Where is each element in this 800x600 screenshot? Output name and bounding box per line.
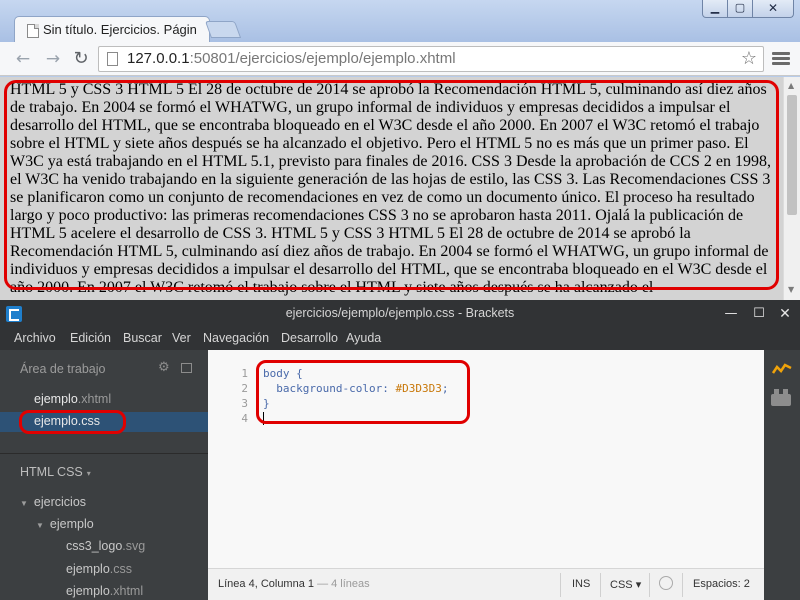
menu-bar: Archivo Edición Buscar Ver Navegación De… (0, 328, 800, 350)
gear-icon[interactable]: ⚙ (158, 360, 170, 375)
indent-setting[interactable]: Espacios: 2 (693, 578, 750, 590)
working-file-xhtml[interactable]: ejemplo.xhtml (34, 392, 111, 406)
language-select[interactable]: CSS ▾ (610, 578, 641, 591)
file-ext: .css (109, 562, 133, 576)
browser-toolbar: ← → ↻ 127.0.0.1:50801/ejercicios/ejemplo… (0, 42, 800, 76)
browser-tab-active[interactable]: Sin título. Ejercicios. Págin (14, 16, 210, 42)
minimize-button[interactable]: — (720, 303, 742, 325)
highlight-annotation (4, 80, 779, 290)
tab-title: Sin título. Ejercicios. Págin (43, 22, 197, 37)
menu-ayuda[interactable]: Ayuda (346, 331, 381, 345)
url-text: 127.0.0.1:50801/ejercicios/ejemplo/ejemp… (127, 50, 456, 67)
folder-open-icon: ▼ (20, 499, 28, 508)
tree-file-ejemplo-css[interactable]: ejemplo.css (66, 562, 132, 576)
browser-titlebar: Sin título. Ejercicios. Págin ▁ ▢ ✕ (0, 0, 800, 42)
menu-desarrollo[interactable]: Desarrollo (281, 331, 338, 345)
page-icon (107, 52, 118, 66)
tree-file-ejemplo-xhtml[interactable]: ejemplo.xhtml (66, 584, 143, 598)
address-bar[interactable]: 127.0.0.1:50801/ejercicios/ejemplo/ejemp… (98, 46, 764, 72)
scroll-thumb[interactable] (787, 95, 797, 215)
file-name: ejemplo (34, 392, 78, 406)
menu-navegacion[interactable]: Navegación (203, 331, 269, 345)
tree-folder-ejercicios[interactable]: ▼ ejercicios (20, 495, 86, 509)
status-divider (649, 573, 650, 597)
file-name: css3_logo (66, 539, 123, 553)
status-bar: Línea 4, Columna 1 — 4 líneas INS CSS ▾ … (208, 568, 764, 600)
folder-open-icon: ▼ (36, 521, 44, 530)
vertical-scrollbar[interactable]: ▲ ▼ (783, 77, 800, 300)
file-name: ejemplo (66, 562, 110, 576)
maximize-button[interactable]: ▢ (727, 0, 753, 18)
highlight-annotation (19, 410, 126, 434)
tree-folder-ejemplo[interactable]: ▼ ejemplo (36, 517, 94, 531)
brackets-window: ejercicios/ejemplo/ejemplo.css - Bracket… (0, 300, 800, 600)
bookmark-star-icon[interactable]: ☆ (741, 48, 757, 69)
line-number: 3 (241, 397, 248, 410)
close-button[interactable]: ✕ (752, 0, 794, 18)
file-ext: .svg (122, 539, 146, 553)
reload-icon[interactable]: ↻ (70, 48, 92, 70)
split-view-icon[interactable] (181, 363, 192, 373)
working-set-title: Área de trabajo (20, 362, 106, 376)
brackets-titlebar: ejercicios/ejemplo/ejemplo.css - Bracket… (0, 300, 800, 328)
sidebar: Área de trabajo ⚙ ejemplo.xhtml ejemplo.… (0, 350, 208, 600)
project-dropdown[interactable]: HTML CSS ▾ (20, 465, 91, 479)
close-button[interactable]: ✕ (774, 303, 796, 325)
insert-mode[interactable]: INS (572, 578, 590, 590)
code-editor[interactable]: 1 2 3 4 body { background-color: #D3D3D3… (208, 350, 764, 568)
minimize-button[interactable]: ▁ (702, 0, 728, 18)
sidebar-divider (0, 453, 208, 454)
language-label: CSS (610, 579, 633, 591)
file-ext: .xhtml (77, 392, 112, 406)
cursor-position: Línea 4, Columna 1 — 4 líneas (218, 578, 370, 590)
status-divider (600, 573, 601, 597)
menu-archivo[interactable]: Archivo (14, 331, 56, 345)
forward-arrow-icon[interactable]: → (42, 48, 64, 70)
scroll-down-icon[interactable]: ▼ (788, 285, 794, 294)
back-arrow-icon[interactable]: ← (12, 48, 34, 70)
project-name: HTML CSS (20, 465, 83, 479)
line-number: 4 (241, 412, 248, 425)
chevron-down-icon: ▾ (86, 469, 91, 478)
status-divider (682, 573, 683, 597)
right-toolbar (764, 350, 800, 600)
live-preview-icon[interactable] (772, 362, 792, 376)
window-title: ejercicios/ejemplo/ejemplo.css - Bracket… (285, 306, 515, 320)
page-viewport: HTML 5 y CSS 3 HTML 5 El 28 de octubre d… (0, 77, 800, 300)
cursor-position-text: Línea 4, Columna 1 (218, 578, 315, 590)
extension-manager-icon[interactable] (771, 389, 791, 406)
chevron-down-icon: ▾ (635, 579, 642, 591)
menu-icon[interactable] (772, 50, 790, 68)
menu-buscar[interactable]: Buscar (123, 331, 162, 345)
line-number: 2 (241, 382, 248, 395)
tree-file-css3-logo[interactable]: css3_logo.svg (66, 539, 145, 553)
url-path: :50801/ejercicios/ejemplo/ejemplo.xhtml (189, 50, 456, 67)
linter-status-icon[interactable] (659, 576, 673, 590)
line-count: — 4 líneas (314, 578, 370, 590)
scroll-up-icon[interactable]: ▲ (788, 81, 794, 90)
line-number: 1 (241, 367, 248, 380)
folder-label: ejemplo (49, 517, 94, 531)
status-divider (560, 573, 561, 597)
highlight-annotation (256, 360, 470, 424)
menu-ver[interactable]: Ver (172, 331, 191, 345)
file-ext: .xhtml (109, 584, 144, 598)
url-host: 127.0.0.1 (127, 50, 190, 67)
page-icon (27, 24, 39, 38)
file-name: ejemplo (66, 584, 110, 598)
folder-label: ejercicios (33, 495, 87, 509)
new-tab-button[interactable] (204, 21, 242, 38)
maximize-button[interactable]: ☐ (748, 303, 770, 325)
menu-edicion[interactable]: Edición (70, 331, 111, 345)
browser-window: Sin título. Ejercicios. Págin ▁ ▢ ✕ ← → … (0, 0, 800, 300)
